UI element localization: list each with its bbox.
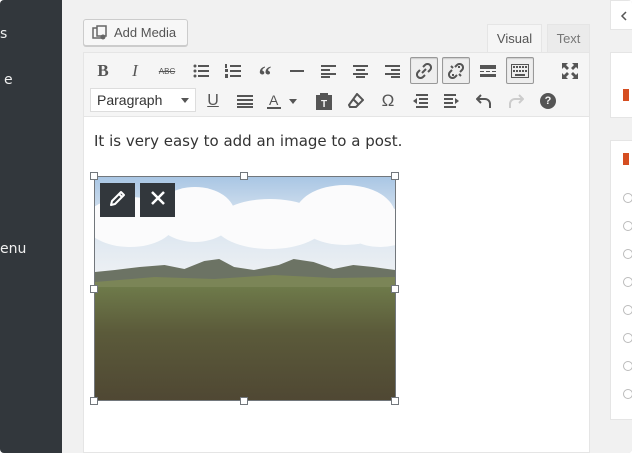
format-select[interactable]: Paragraph <box>90 88 196 112</box>
help-icon[interactable]: ? <box>535 88 561 114</box>
image-toolbar <box>100 183 180 217</box>
tab-visual[interactable]: Visual <box>487 24 542 52</box>
align-right-icon[interactable] <box>379 58 405 84</box>
resize-handle[interactable] <box>240 172 248 180</box>
text-color-icon[interactable]: A <box>264 88 300 114</box>
radio-button[interactable] <box>623 361 632 371</box>
read-more-icon[interactable] <box>475 58 501 84</box>
horizontal-rule-icon[interactable] <box>284 58 310 84</box>
radio-button[interactable] <box>623 305 632 315</box>
underline-icon[interactable]: U <box>200 88 226 114</box>
toolbar-toggle-icon[interactable] <box>506 57 534 84</box>
align-center-icon[interactable] <box>347 58 373 84</box>
post-editor-area: Add Media Visual Text B I ABC “ Paragrap… <box>62 0 632 453</box>
bullet-list-icon[interactable] <box>188 58 214 84</box>
close-icon <box>150 190 165 210</box>
image-ground <box>95 287 395 400</box>
chevron-left-icon[interactable] <box>619 11 629 21</box>
editor: B I ABC “ Paragraph U A T Ω ? It is very… <box>83 52 590 453</box>
sidebar-box <box>610 0 632 30</box>
tab-text[interactable]: Text <box>547 24 590 52</box>
remove-link-icon[interactable] <box>442 57 470 84</box>
add-media-label: Add Media <box>114 25 177 40</box>
sidebar-box <box>610 140 632 420</box>
radio-button[interactable] <box>623 389 632 399</box>
svg-text:T: T <box>321 99 327 110</box>
align-left-icon[interactable] <box>315 58 341 84</box>
add-media-button[interactable]: Add Media <box>83 19 188 46</box>
admin-menu-item[interactable]: e <box>4 72 13 88</box>
media-icon <box>91 24 109 42</box>
sidebar-marker <box>623 153 629 165</box>
svg-text:A: A <box>269 93 279 108</box>
help-glyph: ? <box>540 93 556 109</box>
numbered-list-icon[interactable] <box>220 58 246 84</box>
right-sidebar <box>610 0 632 453</box>
format-select-value: Paragraph <box>97 92 163 108</box>
outdent-icon[interactable] <box>407 88 433 114</box>
resize-handle[interactable] <box>391 397 399 405</box>
justify-icon[interactable] <box>232 88 258 114</box>
resize-handle[interactable] <box>90 397 98 405</box>
screenshot-frame: s e enu Add Media Visual Text B I ABC “ … <box>0 0 632 453</box>
blockquote-icon[interactable]: “ <box>252 58 278 90</box>
insert-link-icon[interactable] <box>410 57 438 84</box>
sidebar-box <box>610 52 632 118</box>
editor-toolbar: B I ABC “ Paragraph U A T Ω ? <box>84 53 589 117</box>
resize-handle[interactable] <box>90 285 98 293</box>
paragraph-text: It is very easy to add an image to a pos… <box>94 132 403 150</box>
italic-icon[interactable]: I <box>122 58 148 84</box>
admin-menu-item[interactable]: enu <box>0 241 26 257</box>
radio-button[interactable] <box>623 277 632 287</box>
edit-image-button[interactable] <box>100 183 135 217</box>
pencil-icon <box>109 189 127 212</box>
resize-handle[interactable] <box>391 172 399 180</box>
clear-formatting-icon[interactable] <box>343 88 369 114</box>
radio-button[interactable] <box>623 221 632 231</box>
editor-content[interactable]: It is very easy to add an image to a pos… <box>84 118 589 452</box>
fullscreen-icon[interactable] <box>557 58 583 84</box>
sidebar-marker <box>623 89 629 101</box>
resize-handle[interactable] <box>240 397 248 405</box>
strikethrough-icon[interactable]: ABC <box>154 58 180 84</box>
bold-icon[interactable]: B <box>90 58 116 84</box>
radio-button[interactable] <box>623 193 632 203</box>
undo-icon[interactable] <box>471 88 497 114</box>
chevron-down-icon <box>181 98 189 103</box>
resize-handle[interactable] <box>90 172 98 180</box>
remove-image-button[interactable] <box>140 183 175 217</box>
redo-icon[interactable] <box>503 88 529 114</box>
paste-text-icon[interactable]: T <box>311 88 337 114</box>
indent-icon[interactable] <box>439 88 465 114</box>
special-character-icon[interactable]: Ω <box>375 88 401 114</box>
admin-menu-item[interactable]: s <box>0 26 7 42</box>
admin-sidebar: s e enu <box>0 0 62 453</box>
radio-button[interactable] <box>623 333 632 343</box>
resize-handle[interactable] <box>391 285 399 293</box>
radio-button[interactable] <box>623 249 632 259</box>
